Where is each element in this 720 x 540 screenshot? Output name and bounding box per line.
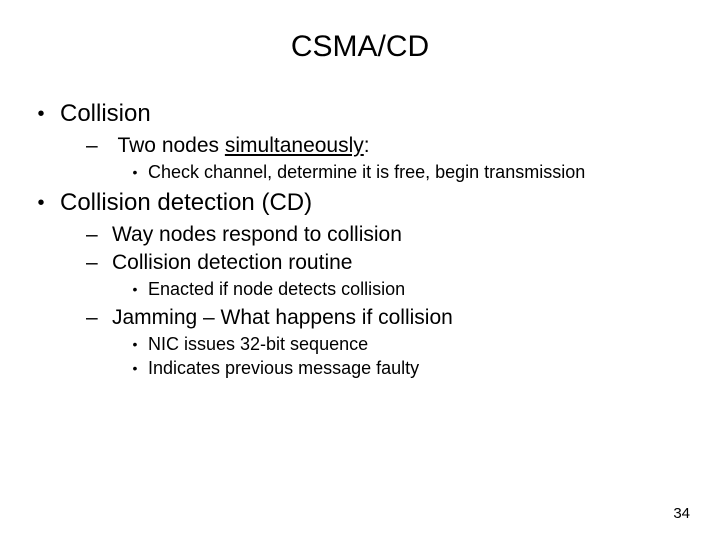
bullet-text: Collision [60, 100, 151, 127]
list-item: NIC issues 32-bit sequence [126, 334, 692, 355]
list-item: Way nodes respond to collision [86, 223, 692, 247]
slide-title: CSMA/CD [28, 30, 692, 64]
bullet-text: Enacted if node detects collision [148, 279, 405, 299]
list-item: Indicates previous message faulty [126, 358, 692, 379]
bullet-text: Collision detection routine [112, 251, 352, 274]
list-item: Collision Two nodes simultaneously: Chec… [28, 100, 692, 183]
page-number: 34 [673, 505, 690, 522]
bullet-text: : [364, 134, 370, 157]
list-item: Jamming – What happens if collision NIC … [86, 306, 692, 379]
bullet-text: Collision detection (CD) [60, 189, 312, 216]
list-item: Enacted if node detects collision [126, 279, 692, 300]
bullet-text: Jamming – What happens if collision [112, 306, 453, 329]
bullet-text: Check channel, determine it is free, beg… [148, 162, 585, 182]
list-item: Collision detection routine Enacted if n… [86, 251, 692, 300]
bullet-text: NIC issues 32-bit sequence [148, 334, 368, 354]
bullet-text: Two nodes [117, 134, 224, 157]
bullet-text: Indicates previous message faulty [148, 358, 419, 378]
list-item: Collision detection (CD) Way nodes respo… [28, 189, 692, 379]
bullet-text-underlined: simultaneously [225, 134, 364, 157]
bullet-list: Collision Two nodes simultaneously: Chec… [28, 100, 692, 379]
bullet-text: Way nodes respond to collision [112, 223, 402, 246]
list-item: Two nodes simultaneously: Check channel,… [86, 134, 692, 183]
list-item: Check channel, determine it is free, beg… [126, 162, 692, 183]
